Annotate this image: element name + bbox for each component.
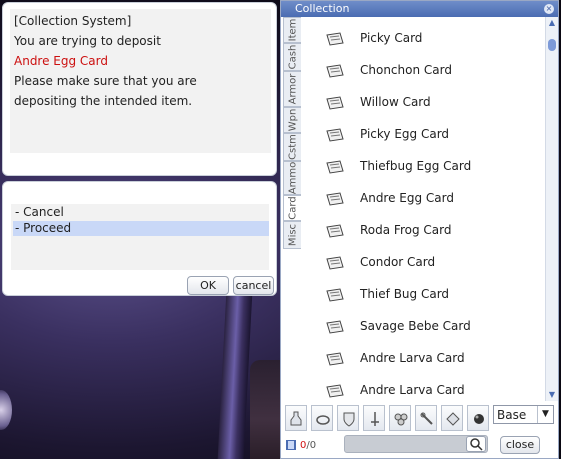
message-line-warning-cont: depositing the intended item.: [14, 94, 193, 108]
tab-label: Ammo: [287, 161, 298, 195]
shield-icon[interactable]: [337, 405, 359, 431]
sword-icon[interactable]: [363, 405, 385, 431]
scroll-down-icon[interactable]: ▼: [547, 391, 557, 399]
list-item[interactable]: Thiefbug Egg Card: [303, 149, 545, 181]
card-name: Andre Egg Card: [360, 191, 455, 205]
npc-message-window: [Collection System] You are trying to de…: [2, 2, 277, 176]
tab-card[interactable]: Card: [283, 195, 301, 221]
tab-label: Armor: [287, 73, 298, 105]
card-icon: [326, 160, 344, 174]
card-icon: [326, 384, 344, 398]
tab-label: Wpn: [287, 108, 298, 132]
card-icon: [326, 64, 344, 78]
glowing-orb: [0, 390, 12, 430]
tab-item[interactable]: Item: [283, 17, 301, 43]
flower-icon[interactable]: [389, 405, 411, 431]
count-current: 0: [300, 440, 307, 451]
scroll-thumb[interactable]: [548, 39, 556, 51]
message-line-action: You are trying to deposit: [14, 34, 161, 48]
close-button[interactable]: close: [500, 436, 540, 454]
card-icon: [326, 352, 344, 366]
list-item[interactable]: Willow Card: [303, 85, 545, 117]
card-name: Condor Card: [360, 255, 436, 269]
chevron-down-icon[interactable]: ▼: [537, 406, 553, 423]
card-name: Chonchon Card: [360, 63, 452, 77]
card-name: Roda Frog Card: [360, 223, 452, 237]
ok-button[interactable]: OK: [187, 276, 229, 295]
tab-ammo[interactable]: Ammo: [283, 161, 301, 195]
stone-pillar: [217, 292, 253, 459]
search-icon[interactable]: [466, 436, 486, 452]
list-item[interactable]: Andre Egg Card: [303, 181, 545, 213]
card-icon: [326, 320, 344, 334]
list-item[interactable]: Roda Frog Card: [303, 213, 545, 245]
scroll-up-icon[interactable]: ▲: [547, 19, 557, 27]
npc-menu-window: - Cancel - Proceed OK cancel: [2, 181, 277, 296]
card-name: Andre Larva Card: [360, 383, 465, 397]
card-icon: [326, 224, 344, 238]
card-icon: [326, 32, 344, 46]
message-text-area: [Collection System] You are trying to de…: [10, 9, 271, 153]
list-item[interactable]: Andre Larva Card: [303, 373, 545, 405]
card-name: Thief Bug Card: [360, 287, 450, 301]
tab-label: Misc: [287, 223, 298, 247]
list-item[interactable]: Picky Card: [303, 21, 545, 53]
card-name: Thiefbug Egg Card: [360, 159, 472, 173]
card-icon: [326, 192, 344, 206]
menu-item-cancel[interactable]: - Cancel: [13, 205, 269, 220]
list-item[interactable]: Andre Larva Card: [303, 341, 545, 373]
list-item[interactable]: Chonchon Card: [303, 53, 545, 85]
menu-list: - Cancel - Proceed: [11, 204, 269, 270]
list-item[interactable]: Savage Bebe Card: [303, 309, 545, 341]
card-name: Picky Egg Card: [360, 127, 450, 141]
ball-icon[interactable]: [467, 405, 489, 431]
count-total: 0: [309, 440, 317, 451]
message-line-warning: Please make sure that you are: [14, 74, 197, 88]
menu-item-proceed[interactable]: - Proceed: [13, 221, 269, 236]
grade-select[interactable]: Base ▼: [493, 405, 554, 424]
card-name: Savage Bebe Card: [360, 319, 471, 333]
category-tabs: Item Cash Armor Wpn Cstm Ammo Card Misc: [283, 17, 301, 249]
diamond-icon[interactable]: [441, 405, 463, 431]
book-icon: [286, 440, 296, 450]
collection-count: 0/0: [300, 440, 317, 451]
wrench-icon[interactable]: [415, 405, 437, 431]
card-name: Willow Card: [360, 95, 431, 109]
message-line-item: Andre Egg Card: [14, 54, 109, 68]
tab-label: Card: [287, 196, 298, 220]
scrollbar[interactable]: ▲ ▼: [545, 17, 558, 401]
list-item[interactable]: Thief Bug Card: [303, 277, 545, 309]
tab-misc[interactable]: Misc: [283, 221, 301, 249]
ring-icon[interactable]: [311, 405, 333, 431]
cancel-button[interactable]: cancel: [233, 276, 274, 295]
list-item[interactable]: Condor Card: [303, 245, 545, 277]
card-icon: [326, 96, 344, 110]
tab-armor[interactable]: Armor: [283, 71, 301, 107]
list-item[interactable]: Picky Egg Card: [303, 117, 545, 149]
grade-select-value: Base: [497, 408, 527, 422]
tab-label: Cstm: [287, 134, 298, 160]
card-name: Andre Larva Card: [360, 351, 465, 365]
card-icon: [326, 288, 344, 302]
card-icon: [326, 256, 344, 270]
tab-label: Item: [287, 18, 298, 42]
card-icon: [326, 128, 344, 142]
tab-cstm[interactable]: Cstm: [283, 133, 301, 161]
card-name: Picky Card: [360, 31, 423, 45]
bottom-bar: 0/0 close: [281, 434, 558, 458]
message-line-title: [Collection System]: [14, 14, 132, 28]
window-title[interactable]: Collection: [281, 1, 558, 17]
tab-cash[interactable]: Cash: [283, 43, 301, 71]
collection-window: Collection × Item Cash Armor Wpn Cstm Am…: [280, 0, 559, 459]
collection-list: Picky Card Chonchon Card Willow Card Picky …: [303, 17, 545, 401]
close-icon[interactable]: ×: [544, 4, 554, 14]
tab-wpn[interactable]: Wpn: [283, 107, 301, 133]
potion-icon[interactable]: [285, 405, 307, 431]
tab-label: Cash: [287, 44, 298, 70]
